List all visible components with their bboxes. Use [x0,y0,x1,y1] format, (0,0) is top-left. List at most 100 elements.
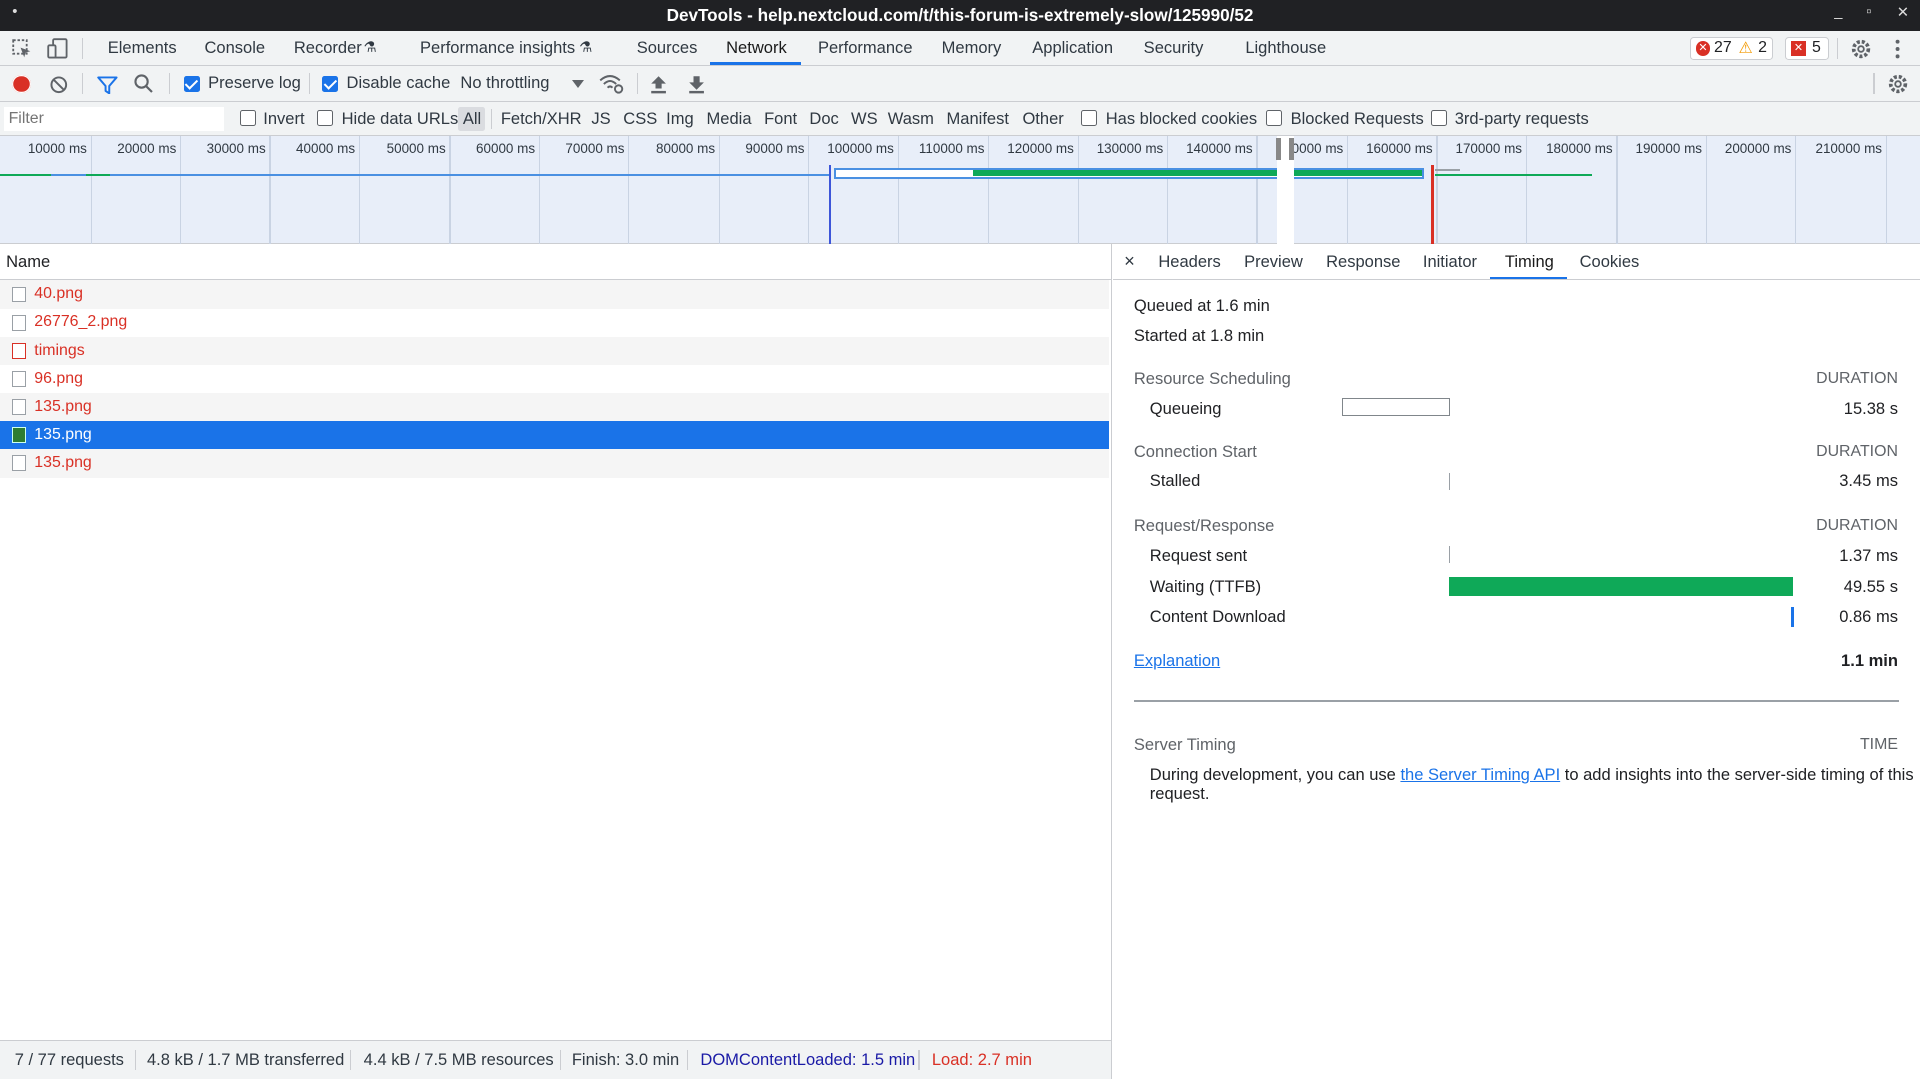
filter-type-media[interactable]: Media [707,109,752,129]
third-party-checkbox[interactable] [1431,110,1448,127]
preserve-log-checkbox[interactable] [183,75,200,92]
connection-start-heading: Connection Start [1133,442,1257,462]
network-conditions-icon[interactable] [599,73,626,95]
invert-label[interactable]: Invert [263,109,304,129]
search-icon[interactable] [133,73,154,94]
request-row[interactable]: timings [0,336,1110,365]
request-row[interactable]: 96.png [0,365,1109,393]
tab-headers[interactable]: Headers [1158,252,1220,272]
device-toolbar-icon[interactable] [46,38,69,60]
filter-type-font[interactable]: Font [764,109,797,129]
server-timing-text-a: During development, you can use [1149,765,1401,785]
request-name: 40.png [34,285,83,303]
overview-tick-label: 170000 ms [1455,140,1523,156]
blocked-requests-label[interactable]: Blocked Requests [1291,109,1424,129]
export-har-icon[interactable] [688,75,705,95]
clear-icon[interactable] [49,75,69,95]
explanation-link[interactable]: Explanation [1134,651,1220,671]
filter-input[interactable] [3,106,225,131]
preserve-log-label[interactable]: Preserve log [208,73,301,93]
filter-type-js[interactable]: JS [591,109,610,129]
issues-badge[interactable]: ✕ 5 [1785,36,1830,60]
network-settings-icon[interactable] [1887,73,1909,95]
filter-type-all[interactable]: All [463,109,481,129]
record-icon[interactable] [12,74,31,94]
has-blocked-cookies-checkbox[interactable] [1081,110,1098,127]
filter-type-doc[interactable]: Doc [809,109,838,129]
tab-application[interactable]: Application [1032,38,1113,58]
filter-type-wasm[interactable]: Wasm [888,109,934,129]
hide-data-urls-label[interactable]: Hide data URLs [342,109,459,129]
request-sent-label: Request sent [1149,546,1248,566]
transferred-size: 4.8 kB / 1.7 MB transferred [146,1050,345,1070]
close-details-icon[interactable]: × [1124,250,1135,272]
name-column-header[interactable]: Name [0,243,1111,281]
request-name: 135.png [34,454,92,472]
image-file-icon [12,286,26,303]
more-options-icon[interactable] [1889,38,1906,60]
third-party-label[interactable]: 3rd-party requests [1455,109,1589,129]
overview-tick-label: 1:0000 ms [1280,140,1344,156]
tab-performance-insights[interactable]: Performance insights [420,38,575,58]
server-timing-heading: Server Timing [1133,734,1236,754]
invert-checkbox[interactable] [240,110,256,127]
server-timing-api-link[interactable]: the Server Timing API [1400,765,1560,784]
details-tabs: × Headers Preview Response Initiator Tim… [1113,244,1920,281]
fetch-request-icon [12,342,26,359]
issue-count: 5 [1812,38,1821,56]
request-sent-value: 1.37 ms [1839,546,1898,566]
inspect-element-icon[interactable] [12,39,32,59]
tab-preview[interactable]: Preview [1244,252,1303,272]
tab-lighthouse[interactable]: Lighthouse [1245,38,1326,58]
tab-response[interactable]: Response [1326,252,1400,272]
tab-recorder[interactable]: Recorder [294,38,362,58]
disable-cache-label[interactable]: Disable cache [347,73,451,93]
tab-network[interactable]: Network [726,38,787,58]
waiting-value: 49.55 s [1843,576,1898,596]
request-response-heading: Request/Response [1133,515,1275,535]
request-count: 7 / 77 requests [14,1050,124,1070]
tab-sources[interactable]: Sources [637,38,698,58]
tab-performance[interactable]: Performance [818,38,913,58]
request-row[interactable]: 135.png [0,449,1110,478]
overview-tick-label: 140000 ms [1186,140,1253,156]
request-row[interactable]: 135.png [0,393,1110,422]
filter-type-fetch-xhr[interactable]: Fetch/XHR [501,109,582,129]
overview-tick-label: 190000 ms [1635,140,1703,156]
blocked-requests-checkbox[interactable] [1266,110,1283,127]
request-row[interactable]: 26776_2.png [0,309,1109,337]
has-blocked-cookies-label[interactable]: Has blocked cookies [1106,109,1257,129]
chevron-down-icon[interactable] [571,79,584,88]
throttling-select[interactable]: No throttling [460,73,549,93]
network-overview[interactable]: 10000 ms 20000 ms 30000 ms 40000 ms 50000 ms… [0,135,1920,244]
tab-memory[interactable]: Memory [942,38,1002,58]
request-row[interactable]: 135.png [0,421,1110,450]
gear-icon[interactable] [1850,38,1872,60]
filter-type-manifest[interactable]: Manifest [947,109,1009,129]
filter-type-ws[interactable]: WS [851,109,878,129]
disable-cache-checkbox[interactable] [322,75,338,92]
tab-timing[interactable]: Timing [1505,252,1554,272]
issues-counter[interactable]: ✕ 27 ⚠ 2 [1689,36,1774,60]
tab-security[interactable]: Security [1144,38,1204,58]
close-window-button[interactable]: ✕ [1897,4,1909,21]
error-count: 27 [1714,38,1732,56]
filter-icon[interactable] [96,75,118,95]
dom-content-loaded-marker [828,165,832,244]
hide-data-urls-checkbox[interactable] [317,110,334,127]
import-har-icon[interactable] [650,75,667,95]
request-name: timings [34,341,85,359]
tab-initiator[interactable]: Initiator [1423,252,1477,272]
warning-count: 2 [1758,38,1767,56]
tab-cookies[interactable]: Cookies [1580,252,1640,272]
maximize-button[interactable]: ▫ [1866,4,1871,20]
filter-type-css[interactable]: CSS [623,109,657,129]
overview-tick-label: 160000 ms [1366,140,1433,156]
tab-elements[interactable]: Elements [108,38,177,58]
minimize-button[interactable]: _ [1834,4,1842,20]
tab-console[interactable]: Console [204,38,265,58]
request-row[interactable]: 40.png [0,280,1110,309]
request-name: 96.png [34,369,83,387]
filter-type-other[interactable]: Other [1022,109,1063,129]
filter-type-img[interactable]: Img [666,109,694,129]
